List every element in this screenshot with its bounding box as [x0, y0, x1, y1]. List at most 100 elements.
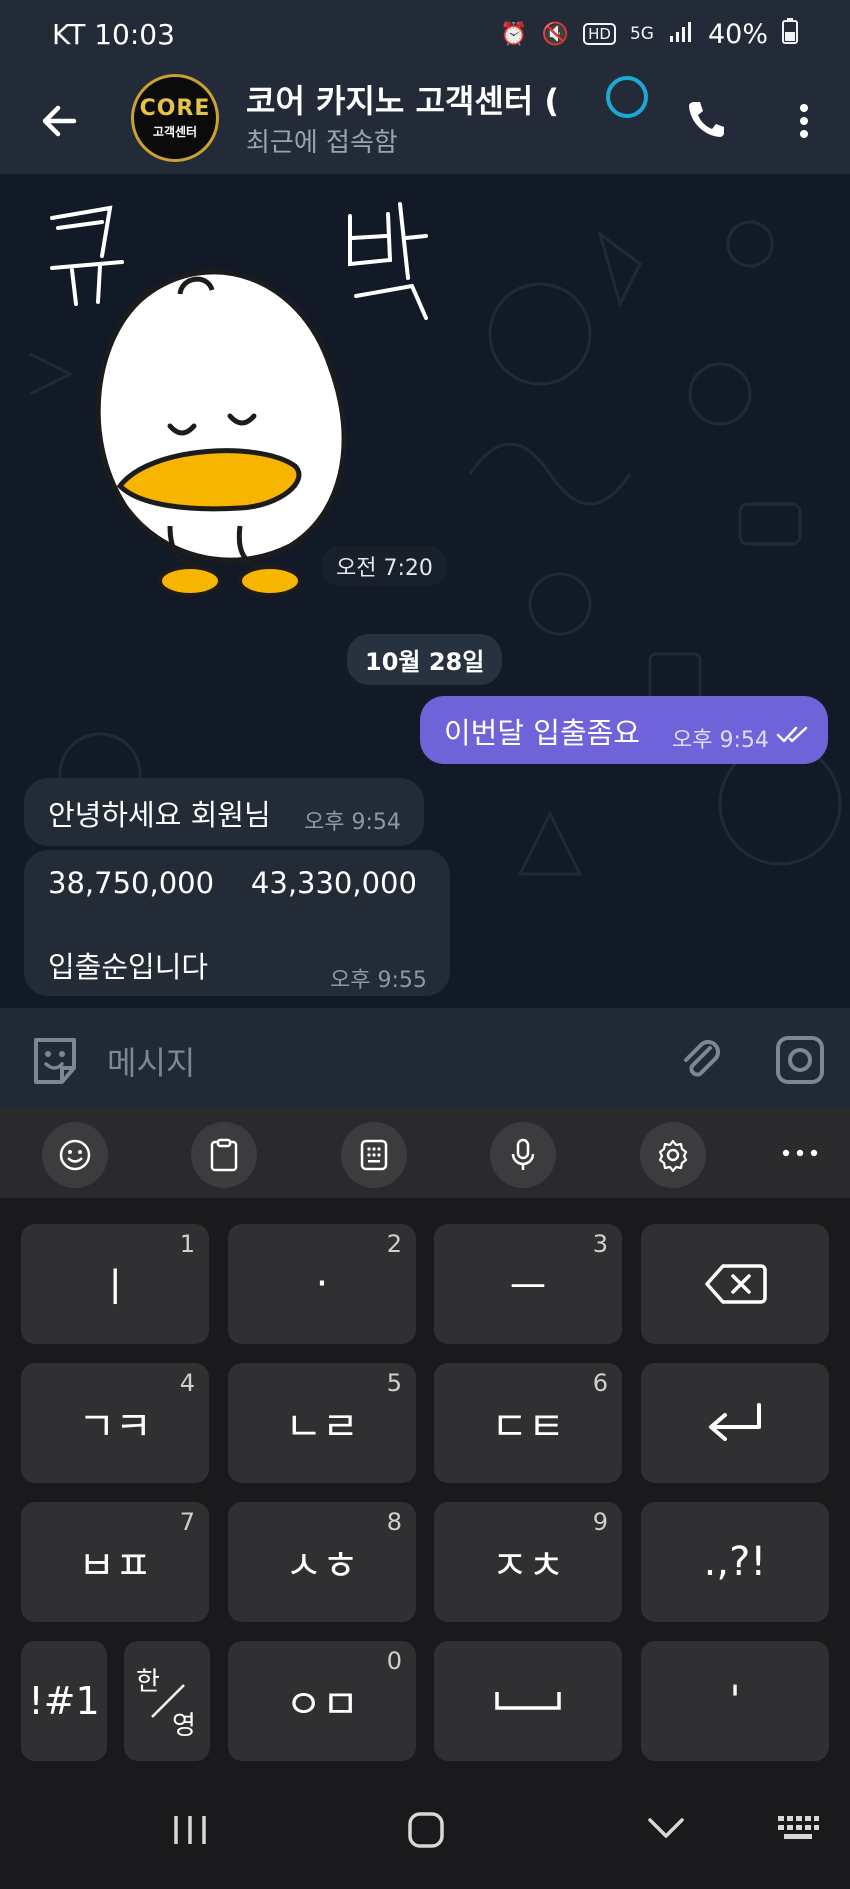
chat-title[interactable]: 코어 카지노 고객센터 (: [246, 76, 602, 122]
keyboard-toolbar: [0, 1108, 850, 1198]
apostrophe-key[interactable]: ': [641, 1641, 829, 1761]
avatar-subtext: 고객센터: [152, 125, 198, 139]
presence-ring-icon: [606, 76, 648, 118]
status-icons: ⏰ 🔇 HD 5G 40%: [500, 18, 798, 50]
key-g[interactable]: ㄱㅋ 4: [21, 1363, 209, 1483]
key-d[interactable]: ㄷㅌ 6: [434, 1363, 622, 1483]
key-label: ': [729, 1678, 741, 1724]
back-button[interactable]: [34, 96, 84, 146]
emoji-button[interactable]: [42, 1122, 108, 1188]
microphone-icon: [511, 1138, 535, 1170]
gear-icon: [658, 1139, 688, 1172]
key-label: ㅣ: [96, 1265, 134, 1311]
key-number: 8: [386, 1508, 402, 1536]
key-number: 5: [386, 1369, 402, 1397]
space-key[interactable]: [434, 1641, 622, 1761]
chat-header: CORE 고객센터 코어 카지노 고객센터 ( 최근에 접속함: [0, 70, 850, 174]
more-options-button[interactable]: [784, 96, 824, 146]
home-button[interactable]: [404, 1808, 448, 1852]
more-tools-button[interactable]: [778, 1136, 822, 1170]
key-number: 7: [179, 1508, 195, 1536]
ellipsis-icon: [782, 1149, 818, 1157]
keypad-icon: [360, 1139, 388, 1171]
keyboard: ㅣ1 · 2 ㅡ3 ㄱㅋ 4 ㄴㄹ 5 ㄷㅌ 6 ㅂㅍ 7 ㅅㅎ 8 ㅈㅊ 9 .,?! !#…: [0, 1198, 850, 1774]
enter-key[interactable]: [641, 1363, 829, 1483]
date-divider: 10월 28일: [347, 634, 503, 685]
keyboard-settings-button[interactable]: [640, 1122, 706, 1188]
alarm-icon: ⏰: [500, 21, 528, 47]
symbols-key[interactable]: !#1: [21, 1641, 107, 1761]
camera-button[interactable]: [774, 1034, 826, 1086]
message-composer: 메시지: [0, 1008, 850, 1108]
clipboard-icon: [210, 1138, 238, 1172]
hide-keyboard-button[interactable]: [644, 1812, 688, 1846]
backspace-icon: [705, 1264, 767, 1304]
incoming-message[interactable]: 안녕하세요 회원님 오후 9:54: [24, 778, 424, 846]
key-i[interactable]: ㅣ1: [21, 1224, 209, 1344]
battery-icon: [782, 18, 798, 50]
key-n[interactable]: ㄴㄹ 5: [228, 1363, 416, 1483]
message-time: 오후 9:54: [304, 810, 401, 835]
call-button[interactable]: [680, 94, 730, 144]
message-text-line2: 입출순입니다: [48, 950, 209, 984]
key-label: ㅈㅊ: [491, 1543, 565, 1589]
message-time: 오후 9:55: [330, 968, 427, 993]
avatar-logo: CORE: [139, 96, 211, 121]
key-label: ㄴㄹ: [285, 1404, 359, 1450]
status-bar: KT 10:03 ⏰ 🔇 HD 5G 40%: [0, 0, 850, 70]
sticker-emoji-button[interactable]: [28, 1034, 82, 1088]
message-text-line1: 38,750,000 43,330,000: [48, 866, 417, 900]
double-check-icon: [776, 726, 808, 743]
key-o[interactable]: ㅇㅁ 0: [228, 1641, 416, 1761]
key-number: 9: [592, 1508, 608, 1536]
key-label: .,?!: [703, 1539, 767, 1585]
key-number: 3: [592, 1230, 608, 1258]
mute-icon: 🔇: [541, 21, 570, 47]
message-input[interactable]: 메시지: [107, 1038, 195, 1084]
message-list[interactable]: 오전 7:20 10월 28일 이번달 입출좀요 오후 9:54 안녕하세요 회…: [0, 174, 850, 1008]
key-label: ㅇㅁ: [285, 1682, 359, 1728]
recent-apps-button[interactable]: [168, 1810, 212, 1850]
enter-icon: [709, 1403, 761, 1441]
kebab-menu-icon: [800, 104, 808, 138]
key-label: !#1: [28, 1679, 100, 1723]
key-label: ㅡ: [509, 1265, 547, 1311]
key-label: ㄱㅋ: [78, 1404, 152, 1450]
key-dot[interactable]: · 2: [228, 1224, 416, 1344]
sticker-timestamp: 오전 7:20: [322, 546, 447, 586]
key-label-english: 영: [172, 1711, 196, 1741]
key-number: 0: [386, 1647, 402, 1675]
key-b[interactable]: ㅂㅍ 7: [21, 1502, 209, 1622]
5g-icon: 5G: [629, 24, 654, 44]
clipboard-button[interactable]: [191, 1122, 257, 1188]
smiley-icon: [59, 1139, 91, 1171]
key-label: ·: [315, 1261, 329, 1307]
attach-paperclip-icon[interactable]: [676, 1034, 726, 1084]
key-j[interactable]: ㅈㅊ 9: [434, 1502, 622, 1622]
system-nav-bar: [0, 1774, 850, 1889]
keypad-button[interactable]: [341, 1122, 407, 1188]
language-toggle-key[interactable]: 한 영: [124, 1641, 210, 1761]
key-number: 1: [179, 1230, 195, 1258]
carrier-time: KT 10:03: [52, 18, 175, 51]
message-time: 오후 9:54: [672, 728, 769, 753]
key-number: 6: [592, 1369, 608, 1397]
key-label: ㄷㅌ: [491, 1404, 565, 1450]
signal-icon: [668, 20, 694, 48]
avatar[interactable]: CORE 고객센터: [131, 74, 219, 162]
hd-icon: HD: [583, 23, 616, 45]
space-icon: [495, 1692, 561, 1710]
key-label: ㅅㅎ: [285, 1543, 359, 1589]
key-eu[interactable]: ㅡ3: [434, 1224, 622, 1344]
key-label: ㅂㅍ: [78, 1543, 152, 1589]
key-number: 2: [386, 1230, 402, 1258]
message-text: 이번달 입출좀요: [444, 716, 640, 750]
message-text: 안녕하세요 회원님: [48, 798, 271, 832]
voice-input-button[interactable]: [490, 1122, 556, 1188]
keyboard-switch-icon[interactable]: [776, 1812, 820, 1846]
key-s[interactable]: ㅅㅎ 8: [228, 1502, 416, 1622]
outgoing-message[interactable]: 이번달 입출좀요 오후 9:54: [420, 696, 828, 764]
incoming-message[interactable]: 38,750,000 43,330,000 입출순입니다 오후 9:55: [24, 850, 450, 996]
backspace-key[interactable]: [641, 1224, 829, 1344]
key-punctuation[interactable]: .,?!: [641, 1502, 829, 1622]
